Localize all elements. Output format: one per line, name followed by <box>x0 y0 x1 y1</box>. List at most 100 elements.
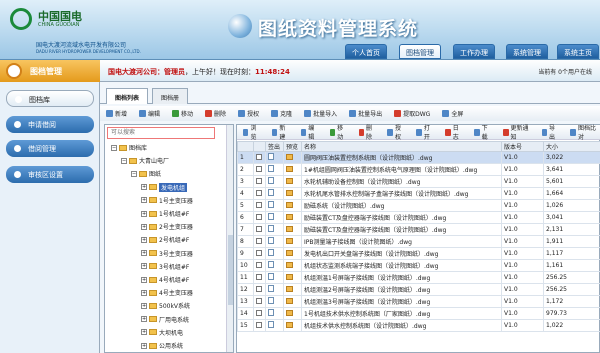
table-row[interactable]: 9 发电机出口开关盘端子接线图（设计院图纸）.dwg V1.0 1,117 <box>237 247 600 260</box>
col-check-header[interactable] <box>253 141 266 152</box>
doc-authorize-button[interactable]: 授权 <box>383 121 408 143</box>
tree-node[interactable]: + 公用系统 <box>141 341 183 350</box>
table-row[interactable]: 12 机组测温2号屏端子接线图（设计院图纸）.dwg V1.0 256.25 <box>237 283 600 296</box>
table-row[interactable]: 5 励磁系统（设计院图纸）.dwg V1.0 1,026 <box>237 199 600 212</box>
table-row[interactable]: 14 1号机组技术供水控制系统图（厂家图纸）.dwg V1.0 979.73 <box>237 307 600 320</box>
delete-button[interactable]: 删除 <box>201 107 230 120</box>
row-checkbox[interactable] <box>253 163 266 176</box>
row-checkbox[interactable] <box>253 187 266 200</box>
row-checkbox[interactable] <box>253 235 266 248</box>
doc-delete-button[interactable]: 删除 <box>355 121 380 143</box>
expand-toggle-icon[interactable]: + <box>141 329 147 336</box>
row-checkbox[interactable] <box>253 319 266 332</box>
table-row[interactable]: 15 机组技术供水控制系统图（设计院图纸）.dwg V1.0 1,022 <box>237 319 600 332</box>
authorize-button[interactable]: 授权 <box>234 107 263 120</box>
expand-toggle-icon[interactable]: − <box>121 157 127 164</box>
tab-personal-home[interactable]: 个人首页 <box>345 44 387 59</box>
checkbox-icon[interactable] <box>256 237 262 244</box>
tab-work-handling[interactable]: 工作办理 <box>453 44 495 59</box>
tree-search-input[interactable] <box>107 127 215 139</box>
checkbox-icon[interactable] <box>256 213 262 220</box>
row-checkbox[interactable] <box>253 307 266 320</box>
sidebar-item-review-settings[interactable]: 审核区设置 <box>6 166 94 183</box>
expand-toggle-icon[interactable]: + <box>141 210 147 217</box>
tree-node[interactable]: +4号主变压器 <box>141 288 193 297</box>
row-checkbox[interactable] <box>253 151 266 164</box>
row-checkbox[interactable] <box>253 283 266 296</box>
row-checkbox[interactable] <box>253 271 266 284</box>
checkbox-icon[interactable] <box>256 309 262 316</box>
expand-toggle-icon[interactable]: + <box>141 342 147 349</box>
compare-button[interactable]: 图档比对 <box>566 121 600 143</box>
tree-scrollbar[interactable] <box>226 125 233 352</box>
expand-toggle-icon[interactable]: + <box>141 263 147 270</box>
col-checkout-header[interactable]: 签出 <box>265 141 284 152</box>
download-button[interactable]: 下载 <box>470 121 495 143</box>
tree-node[interactable]: +2号主变压器 <box>141 222 193 231</box>
tree-node[interactable]: +3号机组#F <box>141 262 189 271</box>
col-size-header[interactable]: 大小 <box>543 141 600 152</box>
tab-system-management[interactable]: 系统管理 <box>506 44 548 59</box>
doc-move-button[interactable]: 移动 <box>326 121 351 143</box>
expand-toggle-icon[interactable]: + <box>141 250 147 257</box>
table-row[interactable]: 2 1#机组圆网阀压油装置控制系统电气原理图（设计院图纸）.dwg V1.0 3,64… <box>237 163 600 176</box>
row-checkbox[interactable] <box>253 199 266 212</box>
clone-button[interactable]: 克隆 <box>267 107 296 120</box>
checkbox-icon[interactable] <box>256 261 262 268</box>
expand-toggle-icon[interactable]: + <box>141 197 147 204</box>
row-checkbox[interactable] <box>253 247 266 260</box>
table-row[interactable]: 8 IPB测量端子接线图（设计院图纸）.dwg V1.0 1,911 <box>237 235 600 248</box>
tab-drawing-list[interactable]: 图档列表 <box>106 88 149 104</box>
tree-node[interactable]: +3号主变压器 <box>141 249 193 258</box>
row-checkbox[interactable] <box>253 223 266 236</box>
checkbox-icon[interactable] <box>256 297 262 304</box>
batch-import-button[interactable]: 批量导入 <box>300 107 341 120</box>
expand-toggle-icon[interactable]: − <box>111 144 117 151</box>
row-checkbox[interactable] <box>253 295 266 308</box>
log-button[interactable]: 日志 <box>441 121 466 143</box>
col-name-header[interactable]: 名称 <box>301 141 502 152</box>
checkbox-icon[interactable] <box>256 153 262 160</box>
tree-node[interactable]: − 图纸 <box>131 169 161 178</box>
expand-toggle-icon[interactable]: + <box>141 316 147 323</box>
create-button[interactable]: 新建 <box>268 121 293 143</box>
expand-toggle-icon[interactable]: + <box>141 184 147 191</box>
move-button[interactable]: 移动 <box>168 107 197 120</box>
table-row[interactable]: 4 水轮机尾水管排水控制端子盒端子接线图（设计院图纸）.dwg V1.0 1,664 <box>237 187 600 200</box>
row-checkbox[interactable] <box>253 259 266 272</box>
table-row[interactable]: 13 机组测温3号屏端子接线图（设计院图纸）.dwg V1.0 1,172 <box>237 295 600 308</box>
tree-node[interactable]: +1号机组#F <box>141 209 189 218</box>
tree-node[interactable]: − 图档库 <box>111 143 147 152</box>
table-row[interactable]: 1 圆网阀压油装置控制系统图（设计院图纸）.dwg V1.0 3,022 <box>237 151 600 164</box>
checkbox-icon[interactable] <box>256 177 262 184</box>
row-checkbox[interactable] <box>253 211 266 224</box>
checkbox-icon[interactable] <box>256 273 262 280</box>
sidebar-item-apply-borrow[interactable]: 申请借阅 <box>6 116 94 133</box>
expand-toggle-icon[interactable]: + <box>141 223 147 230</box>
tree-node[interactable]: +4号机组#F <box>141 275 189 284</box>
tree-node[interactable]: + 大坝机电 <box>141 328 183 337</box>
expand-toggle-icon[interactable]: + <box>141 302 147 309</box>
row-checkbox[interactable] <box>253 175 266 188</box>
fullscreen-button[interactable]: 全屏 <box>438 107 467 120</box>
extract-dwg-button[interactable]: 提取DWG <box>390 107 434 120</box>
expand-toggle-icon[interactable]: + <box>141 236 147 243</box>
tree-node[interactable]: − 大青山电厂 <box>121 156 169 165</box>
table-row[interactable]: 11 机组测温1号屏端子接线图（设计院图纸）.dwg V1.0 256.25 <box>237 271 600 284</box>
expand-toggle-icon[interactable]: + <box>141 289 147 296</box>
checkbox-icon[interactable] <box>256 225 262 232</box>
table-row[interactable]: 7 励磁装置CT及盘控器端子接线图（设计院图纸）.dwg V1.0 2,131 <box>237 223 600 236</box>
table-row[interactable]: 3 水轮机辅助设备控制图（设计院图纸）.dwg V1.0 5,601 <box>237 175 600 188</box>
tree-node[interactable]: + 发电机组 <box>141 182 188 192</box>
tab-system-home[interactable]: 系统主页 <box>557 44 599 59</box>
tree-node[interactable]: + 厂用电系统 <box>141 315 189 324</box>
expand-toggle-icon[interactable]: − <box>131 170 137 177</box>
tree-node[interactable]: +1号主变压器 <box>141 196 193 205</box>
browse-button[interactable]: 浏览 <box>239 121 264 143</box>
table-row[interactable]: 10 机组状态监测系统端子接线图（设计院图纸）.dwg V1.0 1,161 <box>237 259 600 272</box>
col-preview-header[interactable]: 预览 <box>283 141 302 152</box>
edit-button[interactable]: 编辑 <box>135 107 164 120</box>
update-notice-button[interactable]: 更新通知 <box>499 121 534 143</box>
scrollbar-thumb[interactable] <box>228 235 233 305</box>
sidebar-item-drawing-library[interactable]: 图档库 <box>6 90 94 107</box>
